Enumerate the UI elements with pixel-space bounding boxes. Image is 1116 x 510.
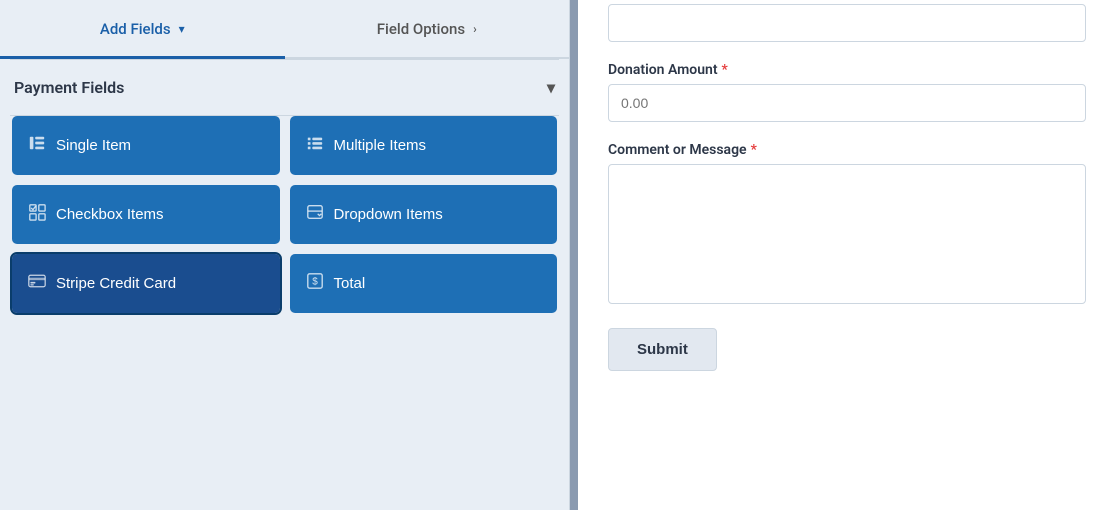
donation-required-star: * — [722, 62, 728, 78]
stripe-credit-card-label: Stripe Credit Card — [56, 275, 176, 292]
field-options-chevron: › — [473, 22, 477, 36]
payment-fields-label: Payment Fields — [14, 78, 124, 97]
multiple-items-button[interactable]: Multiple Items — [290, 116, 558, 175]
payment-fields-section[interactable]: Payment Fields ▾ — [0, 60, 569, 115]
comment-message-group: Comment or Message * — [608, 142, 1086, 308]
stripe-credit-card-button[interactable]: Stripe Credit Card — [12, 254, 280, 313]
single-item-icon — [28, 134, 46, 157]
single-item-label: Single Item — [56, 137, 131, 154]
comment-message-textarea[interactable] — [608, 164, 1086, 304]
multiple-items-icon — [306, 134, 324, 157]
checkbox-items-button[interactable]: Checkbox Items — [12, 185, 280, 244]
total-button[interactable]: $ Total — [290, 254, 558, 313]
single-item-button[interactable]: Single Item — [12, 116, 280, 175]
dropdown-items-icon — [306, 203, 324, 226]
checkbox-items-label: Checkbox Items — [56, 206, 164, 223]
right-panel: Donation Amount * Comment or Message * S… — [578, 0, 1116, 510]
field-options-label: Field Options — [377, 20, 465, 38]
total-label: Total — [334, 275, 366, 292]
submit-button[interactable]: Submit — [608, 328, 717, 371]
dropdown-items-label: Dropdown Items — [334, 206, 443, 223]
tab-add-fields[interactable]: Add Fields ▾ — [0, 2, 285, 59]
tab-bar: Add Fields ▾ Field Options › — [0, 0, 569, 59]
comment-required-star: * — [751, 142, 757, 158]
multiple-items-label: Multiple Items — [334, 137, 427, 154]
tab-field-options[interactable]: Field Options › — [285, 2, 570, 59]
svg-text:$: $ — [312, 277, 318, 288]
top-input-group — [608, 0, 1086, 42]
add-fields-label: Add Fields — [100, 20, 171, 38]
dropdown-items-button[interactable]: Dropdown Items — [290, 185, 558, 244]
comment-message-label: Comment or Message * — [608, 142, 1086, 158]
top-input-field[interactable] — [608, 4, 1086, 42]
donation-amount-group: Donation Amount * — [608, 62, 1086, 122]
total-icon: $ — [306, 272, 324, 295]
checkbox-items-icon — [28, 203, 46, 226]
panel-divider — [570, 0, 578, 510]
donation-amount-label: Donation Amount * — [608, 62, 1086, 78]
donation-amount-input[interactable] — [608, 84, 1086, 122]
left-panel: Add Fields ▾ Field Options › Payment Fie… — [0, 0, 570, 510]
stripe-credit-card-icon — [28, 272, 46, 295]
fields-grid: Single Item Multiple Items — [0, 116, 569, 329]
payment-fields-chevron: ▾ — [547, 78, 555, 97]
add-fields-chevron: ▾ — [179, 22, 185, 36]
